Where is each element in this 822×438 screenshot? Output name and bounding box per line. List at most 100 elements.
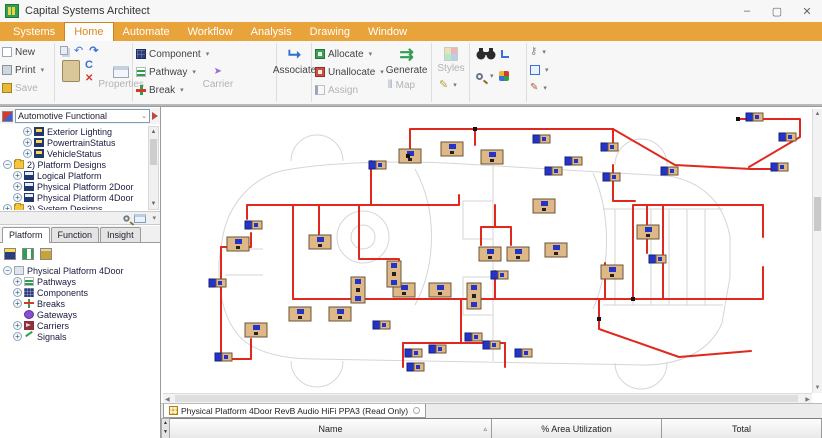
tree-expander-icon[interactable]: + — [13, 193, 22, 202]
unallocate-button[interactable]: Unallocate▾ — [313, 63, 386, 81]
map-button[interactable]: ⦀Map — [386, 76, 428, 94]
tree-view-dropdown[interactable]: ▾ — [152, 214, 156, 222]
scroll-down-icon[interactable]: ▼ — [149, 199, 158, 209]
break-button[interactable]: Break▾ — [134, 81, 198, 99]
pane-splitter-buttons[interactable]: ▲▼ — [161, 418, 170, 438]
generate-button[interactable]: ⇉ Generate — [386, 43, 428, 76]
column-header-name[interactable]: Name▵ — [170, 419, 492, 438]
assign-button[interactable]: Assign — [313, 81, 386, 99]
connector-pair[interactable] — [649, 255, 656, 263]
delete-icon[interactable]: ✕ — [85, 74, 93, 84]
canvas-vscroll-thumb[interactable] — [814, 197, 821, 231]
column-header--area-utilization[interactable]: % Area Utilization — [492, 419, 662, 438]
canvas-vscrollbar[interactable]: ▲ ▼ — [812, 109, 822, 393]
copy-icon[interactable] — [60, 46, 68, 55]
connector-pair[interactable] — [746, 113, 753, 121]
canvas-hscrollbar[interactable]: ◀ ▶ — [163, 393, 812, 403]
document-tab-close-icon[interactable] — [413, 407, 420, 414]
platform-item-breaks[interactable]: +Breaks — [0, 298, 148, 309]
tree-item-3-system-designs[interactable]: +3) System Designs — [0, 203, 148, 210]
connector-pair[interactable] — [373, 321, 380, 329]
select-tool-icon[interactable] — [501, 50, 509, 58]
styles-button[interactable]: Styles — [433, 43, 469, 74]
canvas-scroll-right-icon[interactable]: ▶ — [805, 396, 810, 403]
tree-expander-icon[interactable]: − — [3, 160, 12, 169]
design-canvas[interactable] — [163, 109, 812, 393]
tree-search-icon[interactable] — [124, 215, 130, 221]
tree-expander-icon[interactable]: + — [13, 321, 22, 330]
tree-expander-icon[interactable]: + — [23, 149, 32, 158]
platform-item-signals[interactable]: +Signals — [0, 331, 148, 342]
tree-item-physical-platform-2door[interactable]: +Physical Platform 2Door — [0, 181, 148, 192]
column-header-total[interactable]: Total — [662, 419, 822, 438]
close-button[interactable]: ✕ — [792, 0, 822, 22]
harness-wire[interactable] — [481, 227, 511, 245]
measure-tool-button[interactable]: ⚷▾ — [528, 43, 560, 61]
tree-item-logical-platform[interactable]: +Logical Platform — [0, 170, 148, 181]
tree-expander-icon[interactable]: + — [3, 204, 12, 210]
tab-function[interactable]: Function — [51, 227, 100, 242]
tree-toolbar-platform-icon[interactable] — [4, 248, 16, 260]
tree-expander-icon[interactable]: + — [13, 332, 22, 341]
document-tab[interactable]: Physical Platform 4Door RevB Audio HiFi … — [163, 404, 426, 418]
connector-pair[interactable] — [483, 341, 490, 349]
connector-pair[interactable] — [779, 133, 786, 141]
save-button[interactable]: Save — [0, 79, 54, 97]
menu-item-window[interactable]: Window — [359, 22, 416, 41]
menu-item-home[interactable]: Home — [64, 22, 113, 41]
harness-wire[interactable] — [293, 195, 459, 205]
tree-expander-icon[interactable]: + — [13, 171, 22, 180]
connector-pair[interactable] — [601, 143, 608, 151]
color-pencil-button[interactable]: ✎▾ — [433, 76, 469, 94]
connector-pair[interactable] — [465, 333, 472, 341]
associate-button[interactable]: ⮡ Associate — [278, 43, 311, 76]
draw-tool-button[interactable]: ✎▾ — [528, 79, 560, 97]
menu-item-workflow[interactable]: Workflow — [179, 22, 242, 41]
tree-expander-icon[interactable]: − — [3, 266, 12, 275]
platform-item-physical-platform-4door[interactable]: −Physical Platform 4Door — [0, 265, 148, 276]
tree-toolbar-box-icon[interactable] — [40, 248, 52, 260]
redo-icon[interactable]: ↷ — [89, 46, 98, 56]
repeat-icon[interactable]: C — [85, 60, 93, 70]
connector-pair[interactable] — [771, 163, 778, 171]
paste-icon[interactable] — [62, 60, 80, 82]
connector-pair[interactable] — [245, 221, 252, 229]
menu-item-automate[interactable]: Automate — [114, 22, 179, 41]
tree-item-2-platform-designs[interactable]: −2) Platform Designs — [0, 159, 148, 170]
search-icon[interactable] — [476, 73, 483, 80]
tree-view-icon[interactable] — [134, 214, 146, 223]
new-button[interactable]: New — [0, 43, 54, 61]
tree-expander-icon[interactable]: + — [13, 182, 22, 191]
harness-wire[interactable] — [247, 205, 293, 219]
harness-wire[interactable] — [613, 165, 635, 201]
menu-item-analysis[interactable]: Analysis — [242, 22, 301, 41]
undo-icon[interactable]: ↶ — [74, 46, 83, 56]
connector-pair[interactable] — [603, 173, 610, 181]
print-dropdown-arrow[interactable]: ▾ — [41, 66, 45, 74]
tree-item-powertrainstatus[interactable]: +PowertrainStatus — [0, 137, 148, 148]
connector-pair[interactable] — [369, 161, 376, 169]
tab-insight[interactable]: Insight — [100, 227, 141, 242]
carrier-button[interactable]: ➤ Carrier — [198, 63, 238, 99]
connector-pair[interactable] — [405, 349, 412, 357]
platform-item-components[interactable]: +Components — [0, 287, 148, 298]
harness-wire[interactable] — [599, 299, 751, 357]
tree-expander-icon[interactable]: + — [13, 288, 22, 297]
design-selector-combo[interactable]: Automotive Functional ⌄ — [15, 109, 150, 123]
harness-wire[interactable] — [613, 129, 751, 169]
canvas-scroll-left-icon[interactable]: ◀ — [165, 396, 170, 403]
minimize-button[interactable]: – — [732, 0, 762, 22]
connector-pair[interactable] — [661, 167, 668, 175]
tree-expander-icon[interactable]: + — [13, 277, 22, 286]
connector-pair[interactable] — [407, 363, 414, 371]
scroll-up-icon[interactable]: ▲ — [149, 127, 158, 137]
menu-item-drawing[interactable]: Drawing — [301, 22, 359, 41]
connector-pair[interactable] — [545, 167, 552, 175]
panel-pin-icon[interactable] — [152, 112, 158, 120]
platform-item-carriers[interactable]: +Carriers — [0, 320, 148, 331]
component-button[interactable]: Component▾ — [134, 45, 276, 63]
harness-wire[interactable] — [410, 129, 613, 157]
platform-item-gateways[interactable]: Gateways — [0, 309, 148, 320]
allocate-button[interactable]: Allocate▾ — [313, 45, 386, 63]
canvas-scroll-up-icon[interactable]: ▲ — [813, 109, 822, 119]
